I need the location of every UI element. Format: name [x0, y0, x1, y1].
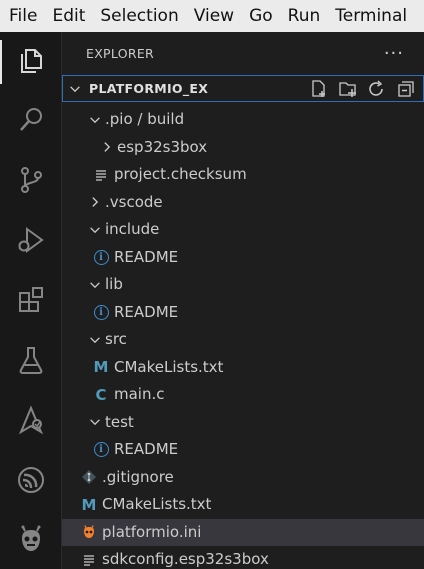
new-file-icon[interactable]	[309, 79, 328, 98]
menu-view[interactable]: View	[186, 0, 241, 32]
chevron-down-icon	[86, 216, 104, 243]
tree-item-label: project.checksum	[114, 165, 247, 183]
explorer-header: EXPLORER ···	[62, 32, 424, 74]
tree-item-label: CMakeLists.txt	[102, 495, 212, 513]
tree-item-label: src	[105, 330, 127, 348]
chevron-down-icon	[68, 81, 82, 100]
activity-run-debug-button[interactable]	[0, 212, 62, 272]
activity-source-control-button[interactable]	[0, 152, 62, 212]
tree-item-label: .vscode	[105, 192, 163, 211]
git-file-icon	[80, 464, 98, 491]
tree-item-label: main.c	[114, 385, 165, 403]
workspace-folder-name: PLATFORMIO_EX	[89, 81, 209, 96]
tree-file-readme[interactable]: i README	[62, 244, 424, 271]
tree-file-cmakelists-txt[interactable]: M CMakeLists.txt	[62, 354, 424, 381]
tree-file-project-checksum[interactable]: project.checksum	[62, 161, 424, 188]
tree-file-cmakelists-txt[interactable]: M CMakeLists.txt	[62, 491, 424, 518]
tree-item-label: README	[114, 302, 179, 321]
tree-item-label: platformio.ini	[102, 522, 202, 541]
menu-terminal[interactable]: Terminal	[327, 0, 414, 32]
menu-file[interactable]: File	[0, 0, 44, 32]
source-control-icon	[15, 164, 47, 200]
tree-item-label: README	[114, 247, 179, 266]
new-folder-icon[interactable]	[338, 79, 357, 98]
espressif-icon	[15, 464, 47, 500]
tree-item-label: README	[114, 440, 179, 458]
menu-go[interactable]: Go	[241, 0, 280, 32]
cmake-file-icon: M	[81, 495, 97, 514]
tree-item-label: .gitignore	[102, 467, 174, 486]
menu-bar: File Edit Selection View Go Run Terminal	[0, 0, 424, 32]
c-file-icon: C	[95, 385, 107, 404]
remote-explorer-icon	[15, 404, 47, 440]
chevron-down-icon	[86, 409, 104, 436]
activity-testing-button[interactable]	[0, 332, 62, 392]
refresh-icon[interactable]	[367, 79, 386, 98]
cmake-file-icon: M	[93, 358, 109, 376]
tree-folder-vscode[interactable]: .vscode	[62, 189, 424, 216]
tree-folder-include[interactable]: include	[62, 216, 424, 243]
tree-item-label: test	[105, 412, 134, 431]
activity-remote-explorer-button[interactable]	[0, 392, 62, 452]
tree-item-label: .pio / build	[105, 110, 185, 128]
collapse-all-icon[interactable]	[396, 79, 415, 98]
tree-file-readme[interactable]: i README	[62, 436, 424, 463]
platformio-file-icon	[80, 519, 98, 546]
tree-folder-esp32s3box[interactable]: esp32s3box	[62, 134, 424, 161]
tree-folder-lib[interactable]: lib	[62, 271, 424, 298]
info-icon: i	[92, 436, 110, 463]
chevron-down-icon	[86, 271, 104, 298]
tree-file-readme[interactable]: i README	[62, 299, 424, 326]
activity-explorer-button[interactable]	[0, 32, 62, 92]
chevron-right-icon	[98, 134, 116, 161]
tree-item-label: include	[105, 220, 160, 238]
tree-item-label: esp32s3box	[117, 137, 208, 156]
activity-platformio-button[interactable]	[0, 512, 62, 569]
tree-file-gitignore[interactable]: .gitignore	[62, 464, 424, 491]
more-actions-button[interactable]: ···	[384, 43, 404, 64]
testing-icon	[15, 344, 47, 380]
explorer-icon	[15, 44, 47, 80]
chevron-right-icon	[86, 189, 104, 216]
tree-folder-pio-build[interactable]: .pio / build	[62, 106, 424, 133]
folder-actions	[309, 79, 415, 98]
run-debug-icon	[15, 224, 47, 260]
tree-file-main-c[interactable]: Cmain.c	[62, 381, 424, 408]
tree-item-label: CMakeLists.txt	[114, 357, 224, 376]
activity-espressif-button[interactable]	[0, 452, 62, 512]
search-icon	[15, 104, 47, 140]
tree-file-sdkconfig-esp32s3box[interactable]: sdkconfig.esp32s3box	[62, 546, 424, 569]
text-file-icon	[92, 161, 110, 188]
menu-edit[interactable]: Edit	[44, 0, 92, 32]
tree-item-label: lib	[105, 275, 123, 293]
workspace-folder-header[interactable]: PLATFORMIO_EX	[62, 75, 424, 102]
activity-bar	[0, 32, 62, 569]
explorer-title: EXPLORER	[86, 45, 155, 61]
info-icon: i	[92, 299, 110, 326]
activity-search-button[interactable]	[0, 92, 62, 152]
platformio-icon	[15, 524, 47, 560]
tree-folder-test[interactable]: test	[62, 409, 424, 436]
menu-run[interactable]: Run	[280, 0, 328, 32]
info-icon: i	[92, 244, 110, 271]
chevron-down-icon	[86, 106, 104, 133]
tree-file-platformio-ini[interactable]: platformio.ini	[62, 518, 424, 546]
extensions-icon	[15, 284, 47, 320]
tree-item-label: sdkconfig.esp32s3box	[102, 550, 269, 568]
chevron-down-icon	[86, 326, 104, 353]
activity-extensions-button[interactable]	[0, 272, 62, 332]
text-file-icon	[80, 546, 98, 569]
menu-selection[interactable]: Selection	[92, 0, 185, 32]
tree-folder-src[interactable]: src	[62, 326, 424, 353]
explorer-sidebar: EXPLORER ··· PLATFORMIO_EX .pio / build e…	[62, 32, 424, 569]
